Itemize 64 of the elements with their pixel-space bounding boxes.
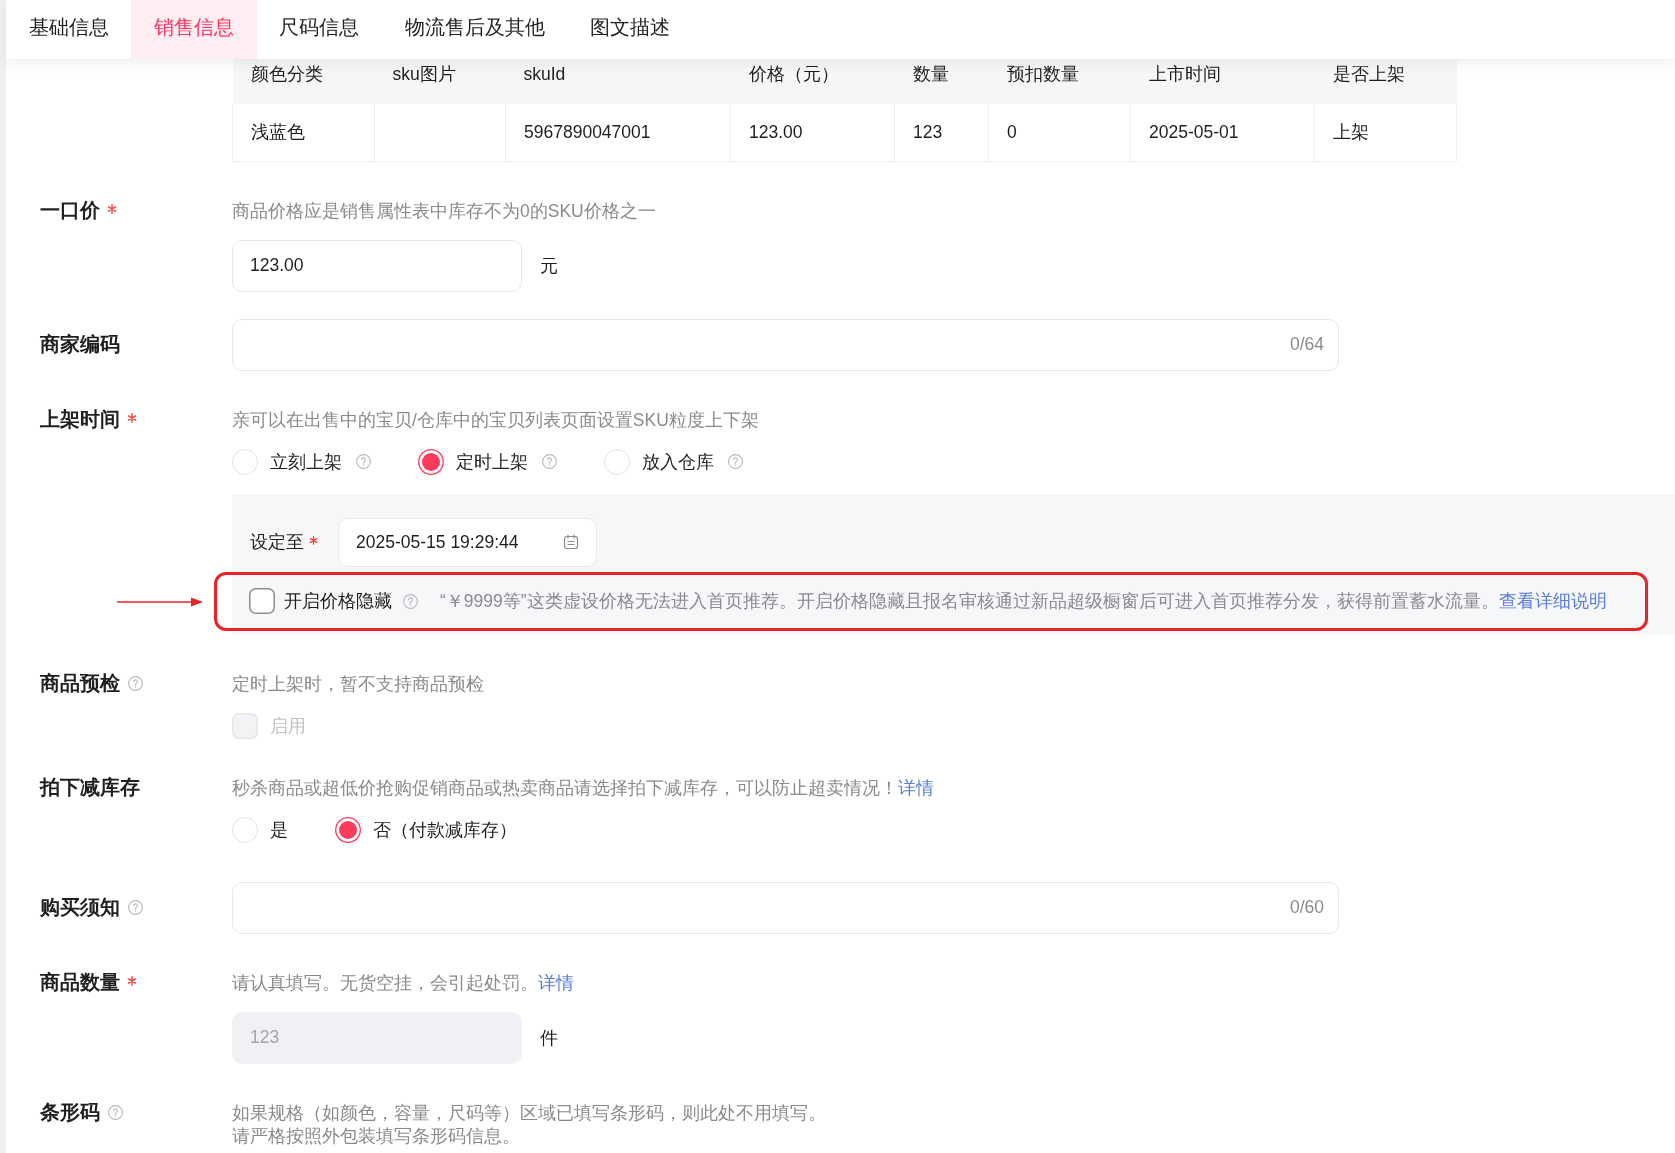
column-header: 上市时间 bbox=[1130, 59, 1315, 104]
table-cell: 123 bbox=[894, 104, 989, 161]
table-cell: 5967890047001 bbox=[505, 104, 731, 161]
help-icon[interactable] bbox=[542, 454, 557, 469]
hint-text: “￥9999等”这类虚设价格无法进入首页推荐。开启价格隐藏且报名审核通过新品超级橱窗后可进入首页推荐分发，获得前置蓄水流量。查看详细说明 bbox=[440, 590, 1607, 613]
column-header: sku图片 bbox=[374, 59, 506, 104]
field-label: 一口价 bbox=[40, 198, 100, 223]
unit-label: 元 bbox=[540, 254, 558, 278]
details-link[interactable]: 查看详细说明 bbox=[1498, 591, 1607, 611]
table-cell: 123.00 bbox=[730, 104, 895, 161]
date-time-picker[interactable]: 2025-05-15 19:29:44 bbox=[338, 517, 597, 567]
hint-text: 如果规格（如颜色，容量，尺码等）区域已填写条形码，则此处不用填写。 bbox=[232, 1101, 826, 1125]
details-link[interactable]: 详情 bbox=[538, 972, 574, 993]
tab[interactable]: 物流售后及其他 bbox=[382, 0, 568, 59]
column-header: skuId bbox=[505, 59, 731, 104]
hint-text: 亲可以在出售中的宝贝/仓库中的宝贝列表页面设置SKU粒度上下架 bbox=[232, 408, 759, 432]
character-count: 0/64 bbox=[1289, 334, 1324, 355]
radio-label[interactable]: 定时上架 bbox=[456, 449, 528, 474]
table-cell: 上架 bbox=[1314, 104, 1457, 161]
text-input[interactable]: 0/60 bbox=[232, 881, 1339, 934]
field-label: 拍下减库存 bbox=[40, 775, 140, 800]
checkbox[interactable] bbox=[249, 588, 275, 614]
field-label: 上架时间 bbox=[40, 407, 120, 432]
radio-label[interactable]: 否（付款减库存） bbox=[373, 817, 517, 842]
number-input[interactable]: 123.00 bbox=[232, 239, 522, 292]
help-icon[interactable] bbox=[728, 454, 743, 469]
help-icon[interactable] bbox=[128, 900, 143, 915]
help-icon[interactable] bbox=[356, 454, 371, 469]
hint-text: 请严格按照外包装填写条形码信息。 bbox=[232, 1124, 520, 1148]
details-link[interactable]: 详情 bbox=[898, 777, 934, 798]
text-input[interactable]: 0/64 bbox=[232, 318, 1339, 371]
hint-text: 商品价格应是销售属性表中库存不为0的SKU价格之一 bbox=[232, 199, 656, 223]
help-icon[interactable] bbox=[108, 1105, 123, 1120]
character-count: 0/60 bbox=[1289, 897, 1324, 918]
hint-text: 秒杀商品或超低价抢购促销商品或热卖商品请选择拍下减库存，可以防止超卖情况！详情 bbox=[232, 776, 934, 800]
help-icon[interactable] bbox=[128, 676, 143, 691]
tab[interactable]: 基础信息 bbox=[6, 0, 132, 59]
field-label: 商家编码 bbox=[40, 332, 120, 357]
help-icon[interactable] bbox=[403, 593, 418, 609]
tab[interactable]: 图文描述 bbox=[567, 0, 693, 59]
tab[interactable]: 尺码信息 bbox=[256, 0, 383, 59]
radio-label[interactable]: 放入仓库 bbox=[642, 449, 714, 474]
radio-button[interactable] bbox=[335, 816, 361, 843]
column-header: 颜色分类 bbox=[232, 59, 375, 104]
field-label: 购买须知 bbox=[40, 895, 120, 920]
table-cell: 2025-05-01 bbox=[1130, 104, 1315, 161]
field-label: 条形码 bbox=[40, 1100, 100, 1125]
field-label: 设定至 bbox=[250, 531, 304, 554]
column-header: 数量 bbox=[894, 59, 989, 104]
calendar-icon[interactable] bbox=[563, 534, 579, 550]
column-header: 价格（元） bbox=[730, 59, 895, 104]
field-label: 商品数量 bbox=[40, 970, 120, 995]
radio-label[interactable]: 立刻上架 bbox=[270, 449, 342, 474]
radio-label[interactable]: 是 bbox=[270, 817, 288, 842]
table-cell: 0 bbox=[988, 104, 1131, 161]
table-cell: 浅蓝色 bbox=[232, 104, 375, 161]
column-header: 是否上架 bbox=[1314, 59, 1457, 104]
hint-text: 定时上架时，暂不支持商品预检 bbox=[232, 672, 484, 696]
checkbox-label[interactable]: 开启价格隐藏 bbox=[284, 589, 392, 613]
unit-label: 件 bbox=[540, 1026, 558, 1050]
radio-button[interactable] bbox=[418, 448, 444, 475]
hint-text: 请认真填写。无货空挂，会引起处罚。详情 bbox=[232, 971, 574, 995]
column-header: 预扣数量 bbox=[988, 59, 1131, 104]
field-label: 商品预检 bbox=[40, 671, 120, 696]
